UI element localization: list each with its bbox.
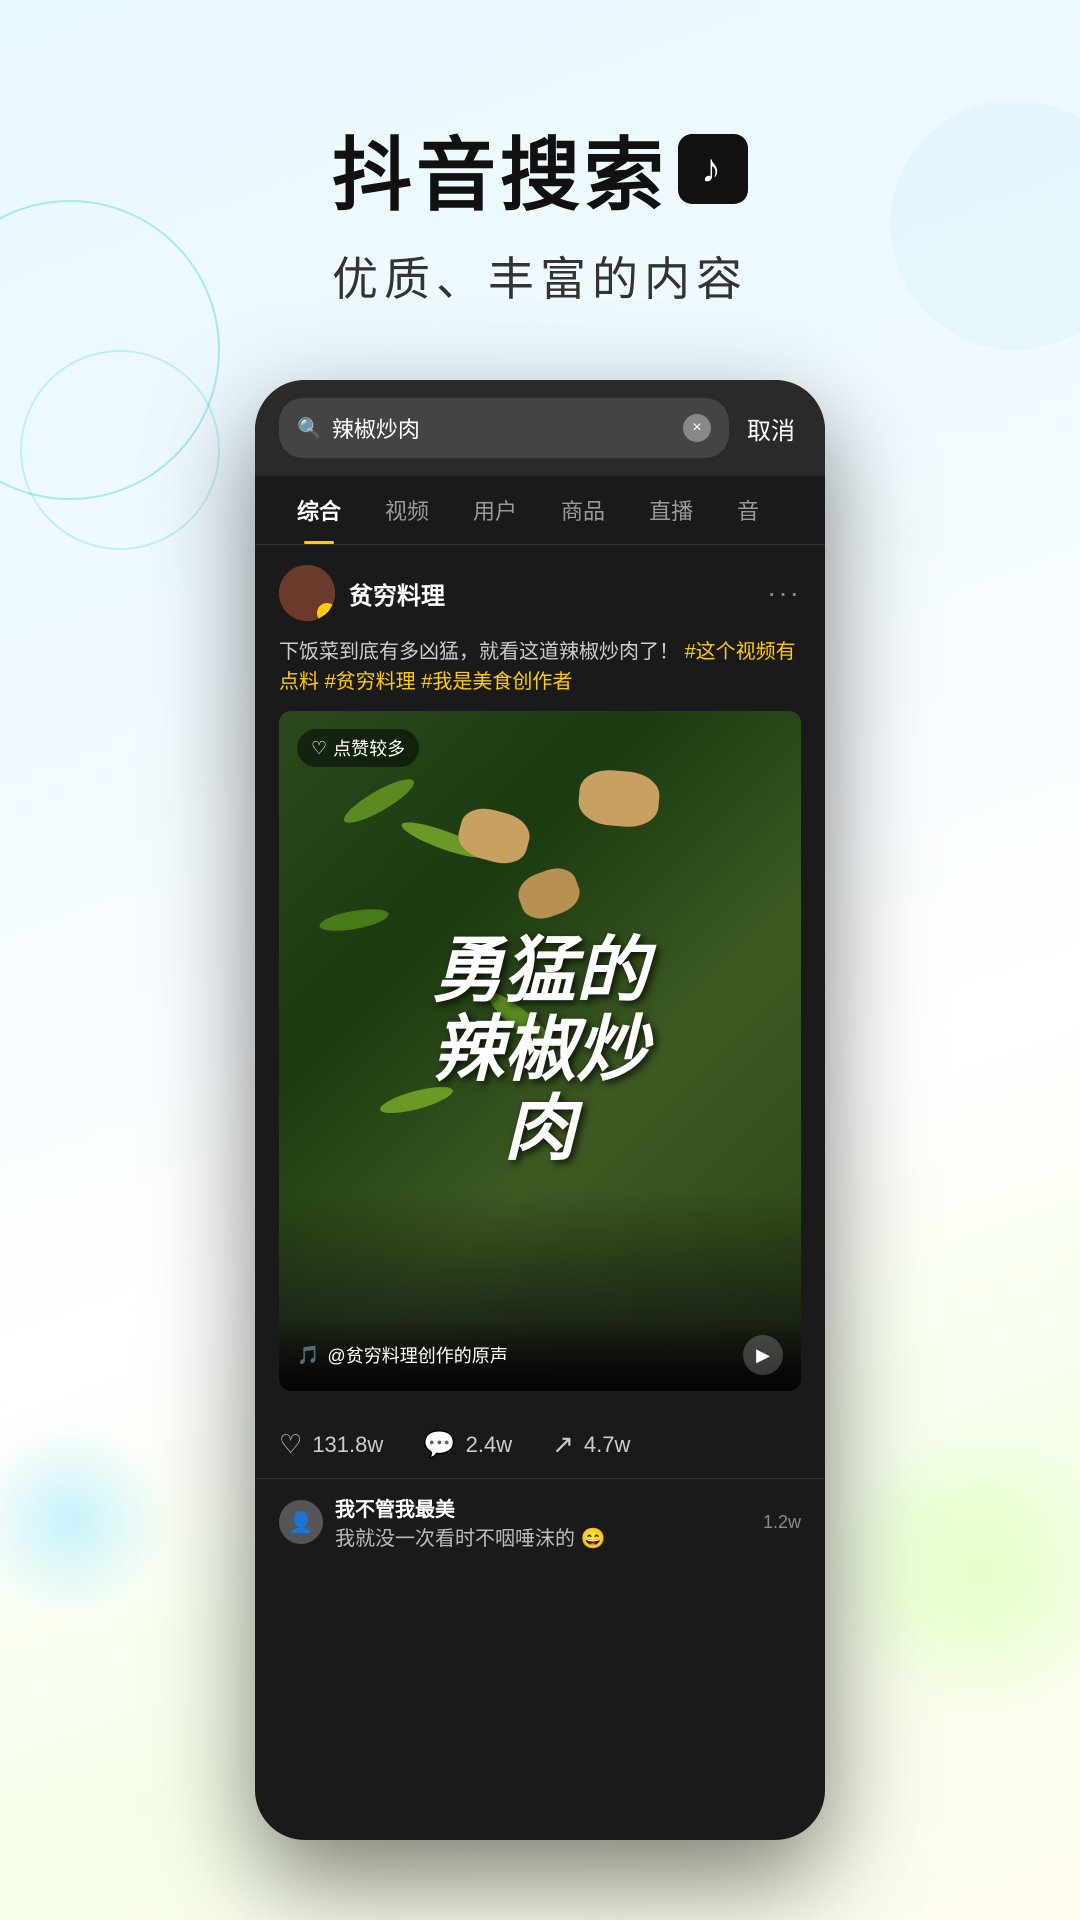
tab-音[interactable]: 音	[715, 476, 781, 544]
heart-icon: ♡	[311, 738, 327, 759]
video-bottom-bar: 🎵 @贫穷料理创作的原声 ▶	[279, 1319, 801, 1391]
shares-count[interactable]: ↗ 4.7w	[552, 1429, 630, 1460]
engagement-bar: ♡ 131.8w 💬 2.4w ↗ 4.7w	[255, 1411, 825, 1478]
tab-商品[interactable]: 商品	[539, 476, 627, 544]
tab-直播[interactable]: 直播	[627, 476, 715, 544]
commenter-name[interactable]: 我不管我最美	[335, 1493, 751, 1522]
tab-视频[interactable]: 视频	[363, 476, 451, 544]
comment-text: 我就没一次看时不咽唾沫的 😄	[335, 1522, 751, 1551]
video-overlay-text: 勇猛的辣椒炒肉	[305, 932, 775, 1170]
play-button[interactable]: ▶	[743, 1335, 783, 1375]
clear-search-button[interactable]: ×	[683, 414, 711, 442]
video-sound-info: 🎵 @贫穷料理创作的原声	[297, 1342, 508, 1368]
post-desc-text: 下饭菜到底有多凶猛，就看这道辣椒炒肉了！	[279, 641, 679, 663]
like-icon: ♡	[279, 1429, 302, 1460]
tab-综合[interactable]: 综合	[275, 476, 363, 544]
search-bar: 🔍 辣椒炒肉 × 取消	[255, 380, 825, 476]
likes-value: 131.8w	[312, 1432, 383, 1458]
comments-value: 2.4w	[466, 1432, 512, 1458]
video-sound-text: @贫穷料理创作的原声	[327, 1342, 507, 1368]
video-thumbnail[interactable]: ♡ 点赞较多 勇猛的辣椒炒肉 🎵 @贫穷料理创作的原声 ▶	[279, 711, 801, 1391]
meat-shape-1	[454, 803, 535, 869]
pepper-shape-3	[318, 905, 390, 935]
author-avatar[interactable]: ✓	[279, 565, 335, 621]
bg-glow-yellow	[830, 1420, 1080, 1720]
shares-value: 4.7w	[584, 1432, 630, 1458]
meat-shape-3	[577, 768, 661, 830]
post-description: 下饭菜到底有多凶猛，就看这道辣椒炒肉了！ #这个视频有点料 #贫穷料理 #我是美…	[279, 637, 801, 697]
verified-badge-icon: ✓	[317, 603, 335, 621]
pepper-shape-1	[339, 772, 418, 829]
video-text-overlay: 勇猛的辣椒炒肉	[305, 932, 775, 1170]
likes-badge: ♡ 点赞较多	[297, 729, 419, 767]
post-section: ✓ 贫穷料理 ··· 下饭菜到底有多凶猛，就看这道辣椒炒肉了！ #这个视频有点料…	[255, 545, 825, 1411]
comment-content: 我不管我最美 我就没一次看时不咽唾沫的 😄	[335, 1493, 751, 1551]
author-name[interactable]: 贫穷料理	[349, 576, 445, 611]
search-tabs: 综合 视频 用户 商品 直播 音	[255, 476, 825, 545]
hashtag-3[interactable]: #我是美食创作者	[421, 671, 572, 693]
cancel-search-button[interactable]: 取消	[741, 411, 801, 446]
comment-likes-count: 1.2w	[763, 1512, 801, 1533]
main-title-container: 抖音搜索	[332, 111, 748, 227]
hashtag-2[interactable]: #贫穷料理	[325, 671, 416, 693]
top-section: 抖音搜索 优质、丰富的内容	[0, 0, 1080, 420]
subtitle-text: 优质、丰富的内容	[332, 243, 748, 309]
phone-mockup: 🔍 辣椒炒肉 × 取消 综合 视频 用户 商品 直播 音	[255, 380, 825, 1840]
search-icon: 🔍	[297, 416, 322, 441]
meat-shape-2	[513, 862, 585, 925]
likes-count[interactable]: ♡ 131.8w	[279, 1429, 383, 1460]
tab-用户[interactable]: 用户	[451, 476, 539, 544]
comment-icon: 💬	[423, 1429, 455, 1460]
tiktok-logo-icon	[678, 134, 748, 204]
likes-badge-text: 点赞较多	[333, 735, 405, 761]
comment-preview: 👤 我不管我最美 我就没一次看时不咽唾沫的 😄 1.2w	[255, 1478, 825, 1565]
more-options-icon[interactable]: ···	[767, 577, 801, 609]
comments-count[interactable]: 💬 2.4w	[423, 1429, 512, 1460]
main-title-text: 抖音搜索	[332, 111, 668, 227]
search-query-text: 辣椒炒肉	[332, 412, 673, 444]
share-icon: ↗	[552, 1429, 574, 1460]
music-note-icon: 🎵	[297, 1345, 319, 1366]
commenter-avatar: 👤	[279, 1500, 323, 1544]
search-input-container[interactable]: 🔍 辣椒炒肉 ×	[279, 398, 729, 458]
post-header: ✓ 贫穷料理 ···	[279, 565, 801, 621]
bg-glow-blue	[0, 1420, 170, 1620]
